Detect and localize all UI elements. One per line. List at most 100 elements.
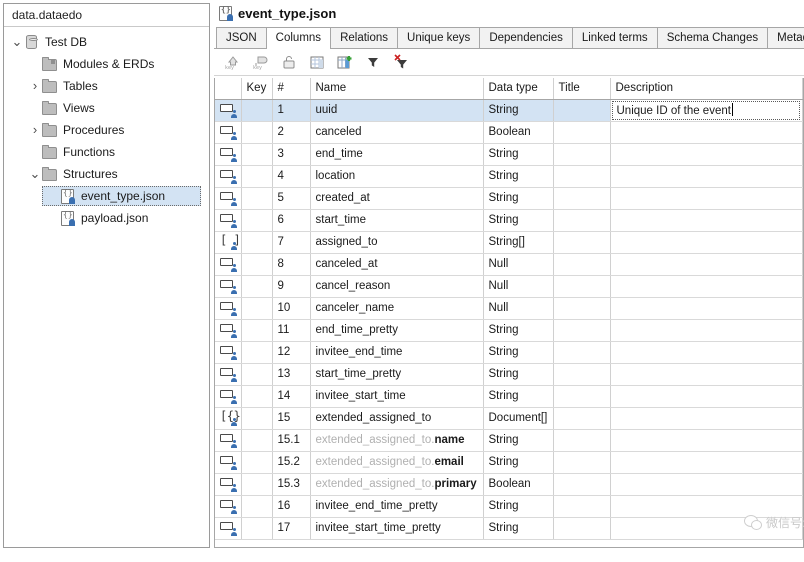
cell-key[interactable] [241,407,273,430]
cell-name[interactable]: canceled [310,121,484,144]
table-row[interactable]: 15.3 extended_assigned_to.primary Boolean [215,473,803,496]
cell-datatype[interactable]: String [483,209,554,232]
cell-datatype[interactable]: String [483,319,554,342]
cell-description[interactable] [610,253,803,276]
cell-number[interactable]: 13 [272,363,311,386]
cell-number[interactable]: 16 [272,495,311,518]
table-row[interactable]: 15.1 extended_assigned_to.name String [215,429,803,452]
cell-number[interactable]: 15.3 [272,473,311,496]
table-row[interactable]: 11 end_time_pretty String [215,319,803,342]
cell-description[interactable] [610,363,803,386]
cell-title[interactable] [553,473,611,496]
chevron-right-icon[interactable]: › [28,75,42,97]
cell-number[interactable]: 11 [272,319,311,342]
tree-item-tables[interactable]: › Tables [4,75,209,97]
table-row[interactable]: 4 location String [215,165,803,188]
cell-key[interactable] [241,517,273,540]
col-header-datatype[interactable]: Data type [483,78,554,100]
tab-columns[interactable]: Columns [265,27,332,49]
cell-key[interactable] [241,385,273,408]
cell-title[interactable] [553,99,611,122]
cell-description[interactable] [610,275,803,298]
chevron-down-icon[interactable]: ⌄ [28,166,42,182]
cell-description[interactable] [610,143,803,166]
cell-name[interactable]: cancel_reason [310,275,484,298]
cell-datatype[interactable]: String[] [483,231,554,254]
cell-title[interactable] [553,297,611,320]
tree-item-modules-erds[interactable]: Modules & ERDs [4,53,209,75]
cell-description[interactable] [610,473,803,496]
table-row[interactable]: 15.2 extended_assigned_to.email String [215,451,803,474]
table-columns-icon[interactable] [304,51,330,73]
tree-item-procedures[interactable]: › Procedures [4,119,209,141]
filter-icon[interactable] [360,51,386,73]
cell-datatype[interactable]: String [483,495,554,518]
cell-name[interactable]: invitee_end_time_pretty [310,495,484,518]
cell-title[interactable] [553,275,611,298]
cell-name[interactable]: extended_assigned_to [310,407,484,430]
cell-datatype[interactable]: String [483,187,554,210]
cell-datatype[interactable]: Null [483,253,554,276]
cell-name[interactable]: extended_assigned_to.name [310,429,484,452]
tab-bar[interactable]: JSON Columns Relations Unique keys Dependenc… [214,26,804,49]
cell-key[interactable] [241,319,273,342]
cell-number[interactable]: 15.1 [272,429,311,452]
tab-linked-terms[interactable]: Linked terms [571,27,658,48]
cell-title[interactable] [553,429,611,452]
cell-name[interactable]: extended_assigned_to.primary [310,473,484,496]
cell-key[interactable] [241,429,273,452]
tree-item-views[interactable]: Views [4,97,209,119]
cell-number[interactable]: 2 [272,121,311,144]
cell-number[interactable]: 10 [272,297,311,320]
cell-description[interactable] [610,121,803,144]
cell-title[interactable] [553,209,611,232]
cell-datatype[interactable]: String [483,341,554,364]
cell-title[interactable] [553,517,611,540]
table-row[interactable]: 14 invitee_start_time String [215,385,803,408]
cell-number[interactable]: 6 [272,209,311,232]
cell-key[interactable] [241,363,273,386]
cell-title[interactable] [553,187,611,210]
cell-number[interactable]: 17 [272,517,311,540]
table-row[interactable]: 5 created_at String [215,187,803,210]
tab-relations[interactable]: Relations [330,27,399,48]
cell-number[interactable]: 3 [272,143,311,166]
cell-number[interactable]: 9 [272,275,311,298]
cell-datatype[interactable]: String [483,517,554,540]
cell-title[interactable] [553,363,611,386]
cell-title[interactable] [553,121,611,144]
object-tree[interactable]: ⌄ Test DB Modules & ERDs › Tables Views › Proce… [4,27,209,229]
tab-unique-keys[interactable]: Unique keys [397,27,481,48]
table-row[interactable]: 6 start_time String [215,209,803,232]
table-row[interactable]: [{}] 15 extended_assigned_to Document[] [215,407,803,430]
table-row[interactable]: 3 end_time String [215,143,803,166]
cell-name[interactable]: location [310,165,484,188]
cell-description[interactable] [610,429,803,452]
cell-datatype[interactable]: String [483,363,554,386]
tree-item-functions[interactable]: Functions [4,141,209,163]
cell-number[interactable]: 4 [272,165,311,188]
cell-title[interactable] [553,253,611,276]
cell-title[interactable] [553,319,611,342]
cell-key[interactable] [241,495,273,518]
cell-name[interactable]: end_time_pretty [310,319,484,342]
cell-description[interactable] [610,385,803,408]
cell-name[interactable]: end_time [310,143,484,166]
cell-description[interactable] [610,407,803,430]
cell-description[interactable] [610,517,803,540]
unlock-icon[interactable] [276,51,302,73]
col-header-title[interactable]: Title [553,78,611,100]
col-header-description[interactable]: Description [610,78,803,100]
table-row[interactable]: [ ] 7 assigned_to String[] [215,231,803,254]
chevron-right-icon[interactable]: › [28,119,42,141]
cell-title[interactable] [553,385,611,408]
cell-title[interactable] [553,165,611,188]
cell-description[interactable] [610,341,803,364]
table-row[interactable]: 16 invitee_end_time_pretty String [215,495,803,518]
cell-number[interactable]: 14 [272,385,311,408]
cell-key[interactable] [241,451,273,474]
cell-description[interactable] [610,451,803,474]
cell-title[interactable] [553,451,611,474]
cell-name[interactable]: assigned_to [310,231,484,254]
tab-schema-changes[interactable]: Schema Changes [656,27,769,48]
